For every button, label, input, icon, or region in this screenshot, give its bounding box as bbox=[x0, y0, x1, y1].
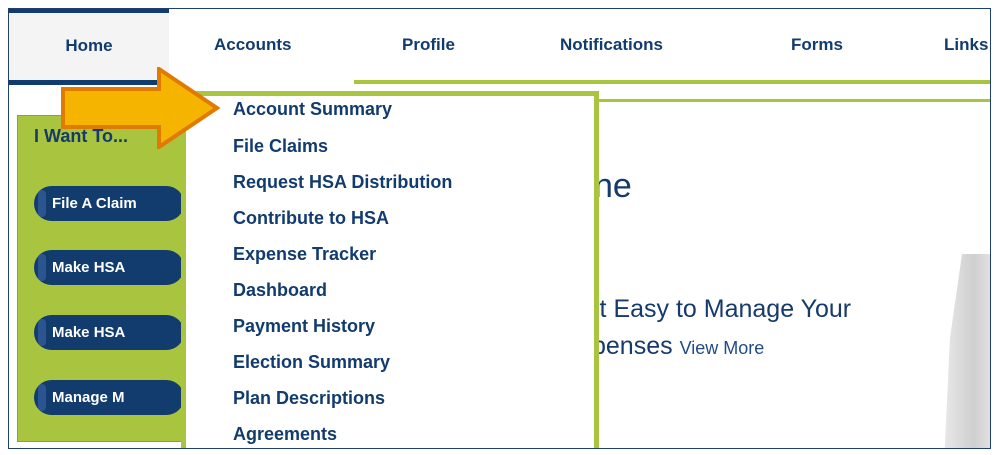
promo-line-2-text: penses bbox=[592, 332, 673, 360]
promo-line-2: penses View More bbox=[592, 332, 764, 361]
file-claim-button[interactable]: File A Claim bbox=[34, 186, 184, 221]
app-frame: Home Accounts Profile Notifications Form… bbox=[8, 8, 991, 449]
decorative-image bbox=[944, 254, 990, 448]
content-divider bbox=[589, 99, 990, 102]
menu-item-payment-history[interactable]: Payment History bbox=[233, 316, 375, 337]
nav-forms[interactable]: Forms bbox=[791, 9, 843, 80]
nav-accounts[interactable]: Accounts bbox=[214, 9, 291, 80]
menu-item-plan-descriptions[interactable]: Plan Descriptions bbox=[233, 388, 385, 409]
menu-item-agreements[interactable]: Agreements bbox=[233, 424, 337, 445]
menu-item-account-summary[interactable]: Account Summary bbox=[233, 99, 392, 120]
menu-item-election-summary[interactable]: Election Summary bbox=[233, 352, 390, 373]
make-hsa-button[interactable]: Make HSA bbox=[34, 250, 184, 285]
view-more-link[interactable]: View More bbox=[680, 338, 765, 358]
nav-divider bbox=[354, 80, 990, 84]
menu-item-dashboard[interactable]: Dashboard bbox=[233, 280, 327, 301]
make-hsa-button-2[interactable]: Make HSA bbox=[34, 315, 184, 350]
page-title: ne bbox=[594, 167, 632, 205]
nav-profile[interactable]: Profile bbox=[402, 9, 455, 80]
nav-notifications[interactable]: Notifications bbox=[560, 9, 663, 80]
menu-item-expense-tracker[interactable]: Expense Tracker bbox=[233, 244, 376, 265]
manage-button[interactable]: Manage M bbox=[34, 380, 184, 415]
right-arrow-icon bbox=[61, 67, 221, 149]
menu-item-file-claims[interactable]: File Claims bbox=[233, 136, 328, 157]
promo-line-1: it Easy to Manage Your bbox=[594, 295, 852, 323]
nav-links[interactable]: Links bbox=[944, 9, 988, 80]
menu-item-request-hsa-distribution[interactable]: Request HSA Distribution bbox=[233, 172, 452, 193]
accounts-dropdown: Account Summary File Claims Request HSA … bbox=[181, 91, 599, 448]
menu-item-contribute-to-hsa[interactable]: Contribute to HSA bbox=[233, 208, 389, 229]
